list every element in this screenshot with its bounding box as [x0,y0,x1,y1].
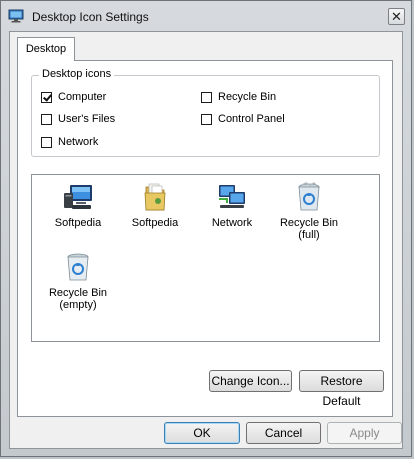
title-bar[interactable]: Desktop Icon Settings ✕ [1,1,411,31]
recycle-bin-full-icon [298,182,320,211]
list-item-user-files[interactable]: Softpedia [121,181,189,229]
checkbox-network-box[interactable] [41,136,52,148]
list-item-recycle-bin-full-label: Recycle Bin (full) [279,217,339,241]
dialog-client-area: Desktop Desktop icons Computer User's Fi… [9,31,403,449]
checkbox-computer[interactable]: Computer [41,91,106,103]
list-item-recycle-bin-empty-label: Recycle Bin (empty) [48,287,108,311]
checkbox-control-panel-box[interactable] [201,113,212,125]
checkbox-users-files-label: User's Files [58,113,116,125]
network-icon [219,185,245,208]
checkbox-computer-box[interactable] [41,91,52,103]
recycle-bin-empty-icon [67,253,89,281]
desktop-settings-icon [8,9,24,23]
checkbox-recycle-bin-box[interactable] [201,91,212,103]
desktop-icons-group: Desktop icons Computer User's Files Netw… [31,68,380,157]
list-item-computer-label: Softpedia [54,217,102,229]
list-item-recycle-bin-full[interactable]: Recycle Bin (full) [275,181,343,241]
checkbox-recycle-bin[interactable]: Recycle Bin [201,91,276,103]
dialog-window: Desktop Icon Settings ✕ Desktop Desktop … [0,0,412,457]
list-item-recycle-bin-empty[interactable]: Recycle Bin (empty) [44,251,112,311]
restore-default-button[interactable]: Restore Default [299,370,384,408]
checkbox-users-files[interactable]: User's Files [41,113,115,125]
checkbox-network-label: Network [58,136,99,148]
checkbox-recycle-bin-label: Recycle Bin [218,91,277,103]
ok-button[interactable]: OK [164,422,240,444]
tab-desktop[interactable]: Desktop [17,37,75,61]
user-files-icon [144,183,166,211]
apply-button[interactable]: Apply [327,422,402,444]
cancel-button[interactable]: Cancel [246,422,321,444]
list-item-user-files-label: Softpedia [131,217,179,229]
checkbox-control-panel-label: Control Panel [218,113,285,125]
list-item-network-label: Network [211,217,253,229]
close-button[interactable]: ✕ [388,8,405,25]
checkbox-users-files-box[interactable] [41,113,52,125]
group-legend: Desktop icons [39,68,115,80]
change-icon-button[interactable]: Change Icon... [209,370,292,392]
checkbox-network[interactable]: Network [41,136,98,148]
list-item-computer[interactable]: Softpedia [44,181,112,229]
list-item-network[interactable]: Network [198,181,266,229]
checkbox-control-panel[interactable]: Control Panel [201,113,285,125]
checkbox-computer-label: Computer [58,91,107,103]
window-title: Desktop Icon Settings [32,10,149,24]
computer-icon [64,185,92,209]
tab-panel-desktop: Desktop icons Computer User's Files Netw… [17,60,393,417]
icon-list[interactable]: Softpedia Softpedia Network Recycle Bin … [31,174,380,342]
